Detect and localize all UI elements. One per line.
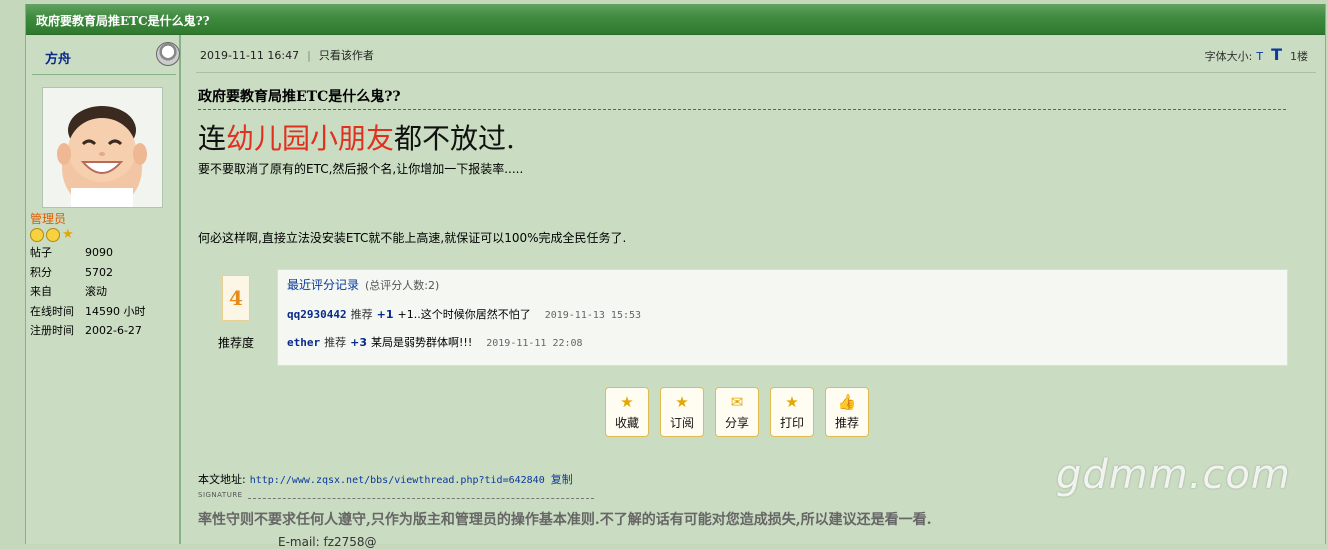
post-headline: 连幼儿园小朋友都不放过. [198, 122, 515, 155]
rating-score: 4 [222, 275, 250, 321]
post-title: 政府要教育局推ETC是什么鬼?? [198, 89, 401, 105]
online-status-icon [156, 42, 180, 66]
copy-button[interactable]: 复制 [551, 473, 573, 486]
post-body-line: 何必这样啊,直接立法没安装ETC就不能上高速,就保证可以100%完成全民任务了. [198, 231, 627, 245]
rating-score-label: 推荐度 [218, 336, 255, 350]
rating-header-link[interactable]: 最近评分记录 [287, 278, 359, 292]
recommend-button[interactable]: 👍 推荐 [825, 387, 869, 437]
signature-email: E-mail: fz2758@ [278, 535, 377, 549]
author-name[interactable]: 方舟 [45, 48, 71, 67]
thread-title: 政府要教育局推ETC是什么鬼?? [36, 14, 210, 28]
favorite-button[interactable]: ★ 收藏 [605, 387, 649, 437]
meta-separator: | [307, 49, 311, 62]
stat-row: 帖子 9090 [30, 246, 113, 259]
stat-row: 积分 5702 [30, 265, 113, 279]
subscribe-button[interactable]: ★ 订阅 [660, 387, 704, 437]
post-meta: 2019-11-11 16:47 | 只看该作者 [200, 47, 374, 63]
author-stats: 帖子 9090 积分 5702 来自 滚动 在线时间 14590 小时 注册时间 2002… [30, 243, 146, 341]
font-size-label: 字体大小: [1204, 50, 1253, 63]
signature-label: SIGNATURE [198, 491, 243, 499]
star-icon: ★ [675, 393, 689, 411]
avatar[interactable] [42, 87, 163, 208]
signature-divider [248, 498, 594, 499]
font-large-button[interactable]: T [1271, 45, 1282, 64]
rater-name[interactable]: ether [287, 336, 320, 349]
child-face-icon [43, 88, 162, 207]
floor-number: 1楼 [1290, 50, 1308, 63]
font-size-control: 字体大小: T T 1楼 [1205, 45, 1308, 64]
stat-row: 在线时间 14590 小时 [30, 304, 146, 318]
smiley-icon [46, 227, 60, 242]
thread-title-bar: 政府要教育局推ETC是什么鬼?? [26, 4, 1325, 35]
headline-highlight: 幼儿园小朋友 [226, 122, 395, 155]
thumbs-up-icon: 👍 [837, 393, 857, 411]
site-watermark: gdmm.com [1056, 452, 1291, 498]
font-small-button[interactable]: T [1256, 50, 1263, 63]
only-author-link[interactable]: 只看该作者 [319, 49, 374, 62]
divider [32, 74, 176, 75]
rating-records: 最近评分记录 (总评分人数:2) qq2930442 推荐 +1 +1..这个时候你居然… [277, 269, 1288, 366]
star-icon: ★ [620, 393, 634, 411]
stat-row: 注册时间 2002-6-27 [30, 324, 142, 337]
print-button[interactable]: ★ 打印 [770, 387, 814, 437]
smiley-icon [30, 227, 44, 242]
author-role: 管理员 [30, 212, 67, 226]
url-label: 本文地址: [198, 473, 246, 486]
star-icon: ★ [62, 227, 74, 242]
divider [196, 72, 1316, 73]
divider [198, 109, 1286, 110]
rating-row: qq2930442 推荐 +1 +1..这个时候你居然不怕了 2019-11-13 15… [287, 308, 642, 321]
article-url: 本文地址: http://www.zqsx.net/bbs/viewthread.… [198, 471, 573, 487]
rating-header: 最近评分记录 (总评分人数:2) [287, 276, 439, 293]
url-link[interactable]: http://www.zqsx.net/bbs/viewthread.php?t… [250, 475, 545, 486]
signature-text: 率性守则不要求任何人遵守,只作为版主和管理员的操作基本准则.不了解的话有可能对您… [198, 512, 932, 528]
author-sidebar: 方舟 管理员 ★ 帖子 9090 积分 5702 来自 滚动 在线时间 1459… [26, 35, 181, 544]
rating-count: (总评分人数:2) [365, 279, 440, 292]
rank-icons: ★ [30, 227, 76, 242]
share-button[interactable]: ✉ 分享 [715, 387, 759, 437]
rater-name[interactable]: qq2930442 [287, 308, 347, 321]
post-body-line: 要不要取消了原有的ETC,然后报个名,让你增加一下报装率..... [198, 162, 524, 176]
star-icon: ★ [785, 393, 799, 411]
stat-row: 来自 滚动 [30, 285, 107, 298]
rating-row: ether 推荐 +3 某局是弱势群体啊!!! 2019-11-11 22:08 [287, 336, 583, 349]
post-datetime: 2019-11-11 16:47 [200, 49, 300, 62]
mail-icon: ✉ [730, 393, 744, 411]
